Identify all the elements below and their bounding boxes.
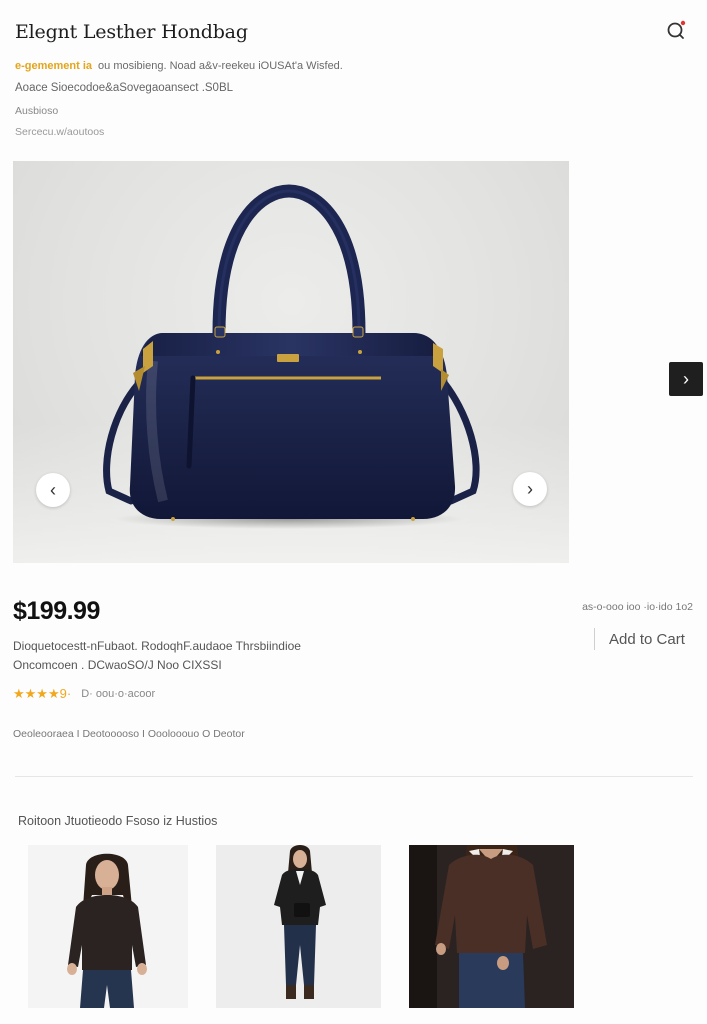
add-to-cart-button[interactable]: Add to Cart <box>594 628 685 650</box>
product-image-gallery[interactable]: ‹ › <box>13 161 569 563</box>
product-rating[interactable]: ★★★★9· D· oou·o·acoor <box>13 686 155 702</box>
meta-line-2: Aoace Sioecodoe&aSovegaoansect .S0BL <box>15 82 234 94</box>
cart-icon-graphic <box>667 20 686 39</box>
related-item-3[interactable] <box>409 845 574 1008</box>
handbag-image <box>103 184 480 529</box>
meta-highlight: e-gemement ia <box>15 60 93 72</box>
meta-line-1: e-gemement ia ou mosibieng. Noad a&v-reek… <box>15 60 343 72</box>
chevron-right-icon: › <box>527 478 533 499</box>
star-rating: ★★★★9· <box>13 686 71 702</box>
product-page: Elegnt Lesther Hondbag e-gemement ia ou m… <box>0 0 707 1024</box>
meta-line-4[interactable]: Sercecu.w/aoutoos <box>15 126 104 138</box>
gallery-prev-button[interactable]: ‹ <box>36 473 70 507</box>
related-item-1[interactable] <box>28 845 188 1008</box>
related-item-1-image <box>28 845 188 1008</box>
related-item-3-image <box>409 845 574 1008</box>
product-description-line-1: Dioquetocestt-nFubaot. RodoqhF.audaoe Th… <box>13 639 301 653</box>
stock-note: as-o-ooo ioo ·io·ido 1o2 <box>582 601 693 613</box>
rating-text: D· oou·o·acoor <box>81 688 156 700</box>
product-price: $199.99 <box>13 597 100 625</box>
related-item-2[interactable] <box>216 845 381 1008</box>
cart-icon[interactable] <box>664 18 688 42</box>
chevron-left-icon: ‹ <box>50 479 56 500</box>
meta-line-1-text: ou mosibieng. Noad a&v-reekeu iOUSAt'a W… <box>98 60 343 72</box>
chevron-right-icon: › <box>683 368 689 389</box>
stars-full: ★★★★ <box>13 686 60 701</box>
product-tags: Oeoleooraea I Deotooooso I Ooolooouo O D… <box>13 728 245 740</box>
section-divider <box>15 776 693 777</box>
related-products-title: Roitoon Jtuotieodo Fsoso iz Hustios <box>18 814 218 828</box>
star-partial: 9· <box>59 686 72 701</box>
gallery-next-button[interactable]: › <box>513 472 547 506</box>
meta-line-3: Ausbioso <box>15 105 59 117</box>
related-item-2-image <box>216 845 381 1008</box>
page-title: Elegnt Lesther Hondbag <box>15 21 248 43</box>
side-next-button[interactable]: › <box>669 362 703 396</box>
product-description-line-2: Oncomcoen . DCwaoSO/J Noo CIXSSI <box>13 658 222 672</box>
